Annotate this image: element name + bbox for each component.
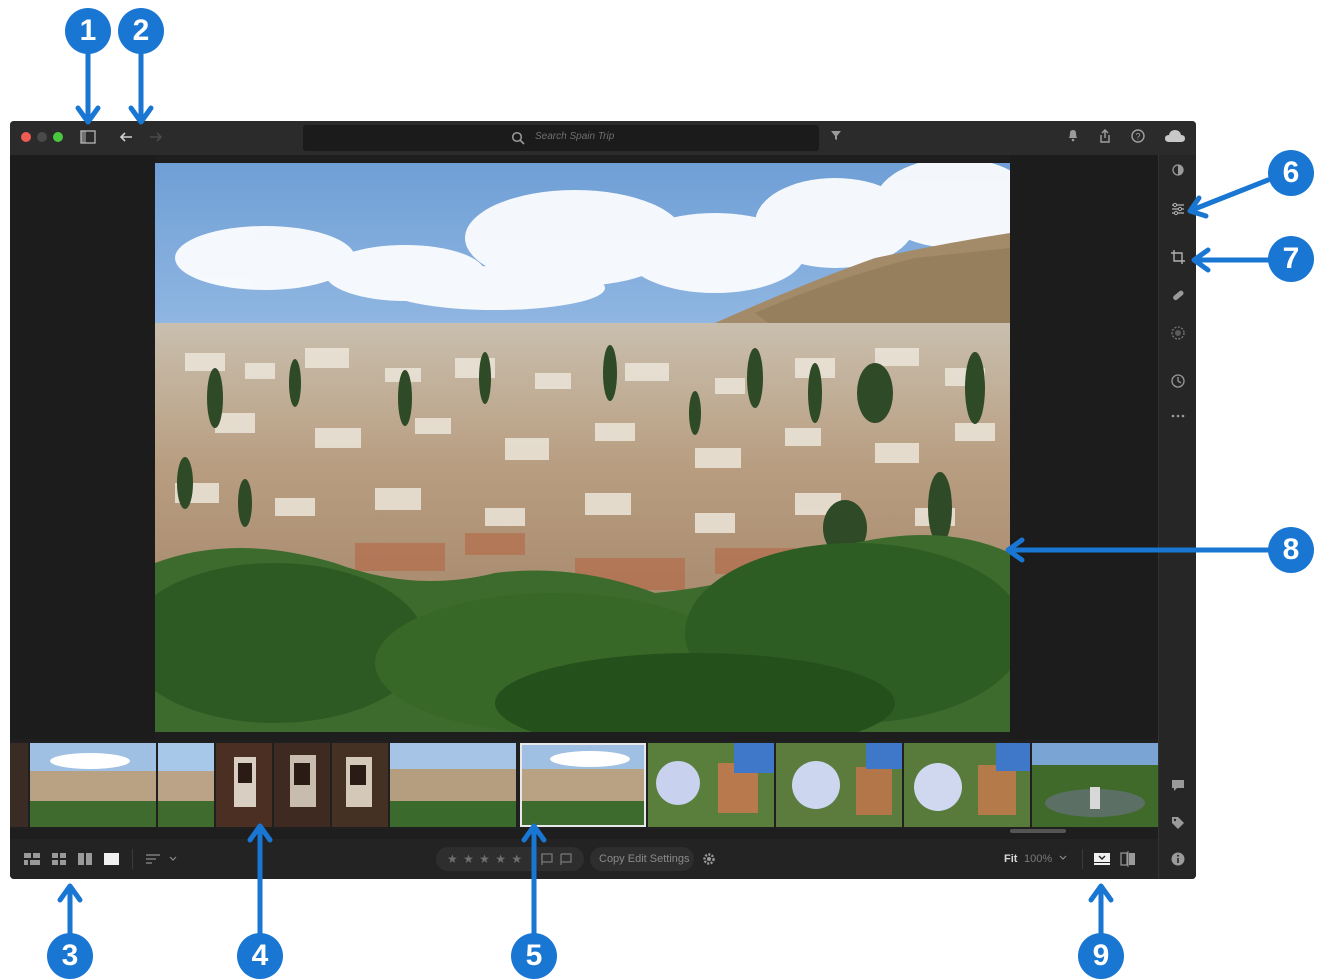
callout-badge: 1 [65,8,111,54]
callout-badge: 4 [237,933,283,979]
callout-badge: 8 [1268,527,1314,573]
callout-badge: 3 [47,933,93,979]
callout-badge: 2 [118,8,164,54]
callout-badge: 7 [1268,236,1314,282]
callout-badge: 9 [1078,933,1124,979]
callout-badge: 6 [1268,150,1314,196]
annotation-arrows [57,49,1271,939]
callout-badge: 5 [511,933,557,979]
